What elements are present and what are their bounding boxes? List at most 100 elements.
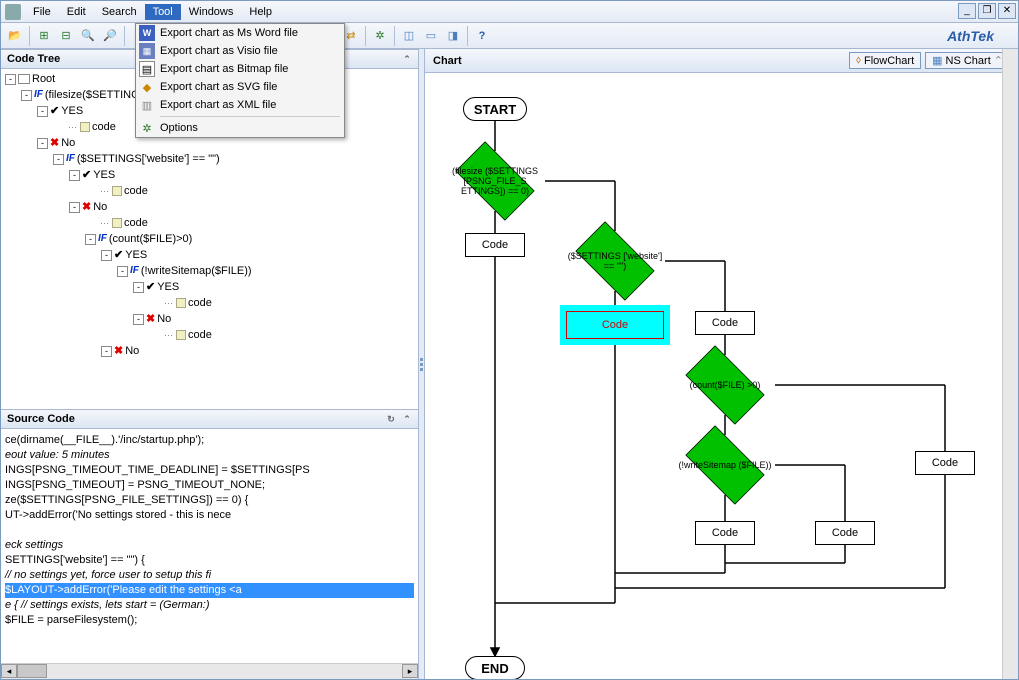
tree-expander[interactable]: - xyxy=(85,234,96,245)
tree-expander[interactable]: - xyxy=(21,90,32,101)
code-node[interactable]: Code xyxy=(915,451,975,475)
restore-button[interactable]: ❐ xyxy=(978,3,996,19)
tree-row[interactable]: ⋯code xyxy=(5,327,414,343)
decision-count[interactable]: (count($FILE) >0) xyxy=(675,355,775,415)
code-node[interactable]: Code xyxy=(695,521,755,545)
source-line[interactable] xyxy=(5,523,414,538)
flowchart: START (filesize ($SETTINGS [PSNG_FILE_S … xyxy=(425,73,1018,679)
source-line[interactable]: ce(dirname(__FILE__).'/inc/startup.php')… xyxy=(5,433,414,448)
source-line[interactable]: INGS[PSNG_TIMEOUT] = PSNG_TIMEOUT_NONE; xyxy=(5,478,414,493)
collapse-button[interactable]: ⊟ xyxy=(56,26,76,46)
options-item[interactable]: ✲Options xyxy=(136,119,344,137)
source-line[interactable]: INGS[PSNG_TIMEOUT_TIME_DEADLINE] = $SETT… xyxy=(5,463,414,478)
source-line[interactable]: // no settings yet, force user to setup … xyxy=(5,568,414,583)
root-icon xyxy=(18,74,30,84)
tree-row[interactable]: -✔YES xyxy=(5,167,414,183)
tree-row[interactable]: -IF(!writeSitemap($FILE)) xyxy=(5,263,414,279)
tree-row[interactable]: ⋯code xyxy=(5,183,414,199)
code-node[interactable]: Code xyxy=(815,521,875,545)
node-label: (count($FILE) >0) xyxy=(675,355,775,415)
code-icon xyxy=(80,122,90,132)
gear-icon: ✲ xyxy=(375,29,384,42)
help-button[interactable]: ? xyxy=(472,26,492,46)
source-line[interactable]: eout value: 5 minutes xyxy=(5,448,414,463)
menu-tool[interactable]: Tool xyxy=(145,4,181,20)
start-node[interactable]: START xyxy=(463,97,527,121)
source-line[interactable]: eck settings xyxy=(5,538,414,553)
tree-expander[interactable]: - xyxy=(37,106,48,117)
tab-nschart[interactable]: ▦NS Chart ⌃ xyxy=(925,52,1010,69)
export-visio[interactable]: ▦Export chart as Visio file xyxy=(136,42,344,60)
tree-row[interactable]: -IF(count($FILE)>0) xyxy=(5,231,414,247)
tab-flowchart[interactable]: ⬨FlowChart xyxy=(849,52,921,69)
tool-menu-dropdown: WExport chart as Ms Word file ▦Export ch… xyxy=(135,23,345,138)
tree-row[interactable]: ⋯code xyxy=(5,295,414,311)
export-word[interactable]: WExport chart as Ms Word file xyxy=(136,24,344,42)
minimize-button[interactable]: _ xyxy=(958,3,976,19)
tree-expander[interactable]: - xyxy=(133,314,144,325)
tree-expander[interactable]: - xyxy=(101,346,112,357)
tree-row[interactable]: -✖No xyxy=(5,199,414,215)
horizontal-scrollbar[interactable]: ◂ ▸ xyxy=(1,663,418,679)
help-icon: ? xyxy=(479,30,486,42)
vertical-scrollbar[interactable] xyxy=(1002,49,1018,679)
export-xml[interactable]: ▥Export chart as XML file xyxy=(136,96,344,114)
chart-canvas-area[interactable]: START (filesize ($SETTINGS [PSNG_FILE_S … xyxy=(425,73,1018,679)
code-node[interactable]: Code xyxy=(465,233,525,257)
menu-help[interactable]: Help xyxy=(241,4,280,20)
tree-row[interactable]: ⋯code xyxy=(5,215,414,231)
tree-label: code xyxy=(124,183,148,199)
collapse-panel-icon[interactable]: ⌃ xyxy=(400,52,414,66)
scroll-right-icon[interactable]: ▸ xyxy=(402,664,418,678)
export-bitmap[interactable]: ▤Export chart as Bitmap file xyxy=(136,60,344,78)
tree-expander[interactable]: - xyxy=(117,266,128,277)
settings-button[interactable]: ✲ xyxy=(370,26,390,46)
cross-icon: ✖ xyxy=(82,199,91,215)
open-button[interactable]: 📂 xyxy=(5,26,25,46)
collapse-panel-icon[interactable]: ⌃ xyxy=(400,412,414,426)
close-button[interactable]: ✕ xyxy=(998,3,1016,19)
view1-button[interactable]: ◫ xyxy=(399,26,419,46)
tree-row[interactable]: -✖No xyxy=(5,311,414,327)
menu-search[interactable]: Search xyxy=(94,4,145,20)
tree-expander[interactable]: - xyxy=(5,74,16,85)
zoom-out-button[interactable]: 🔎 xyxy=(100,26,120,46)
end-node[interactable]: END xyxy=(465,656,525,679)
code-icon xyxy=(176,330,186,340)
tree-row[interactable]: -✖No xyxy=(5,343,414,359)
decision-website[interactable]: ($SETTINGS ['website'] == "") xyxy=(565,231,665,291)
tree-label: YES xyxy=(125,247,147,263)
code-icon xyxy=(112,186,122,196)
source-line[interactable]: $LAYOUT->addError('Please edit the setti… xyxy=(5,583,414,598)
export-svg[interactable]: ◆Export chart as SVG file xyxy=(136,78,344,96)
tree-expander[interactable]: - xyxy=(101,250,112,261)
expand-button[interactable]: ⊞ xyxy=(34,26,54,46)
tree-expander[interactable]: - xyxy=(69,170,80,181)
source-line[interactable]: ze($SETTINGS[PSNG_FILE_SETTINGS]) == 0) … xyxy=(5,493,414,508)
decision-writesitemap[interactable]: (!writeSitemap ($FILE)) xyxy=(675,435,775,495)
menu-file[interactable]: File xyxy=(25,4,59,20)
source-line[interactable]: $FILE = parseFilesystem(); xyxy=(5,613,414,628)
menu-windows[interactable]: Windows xyxy=(181,4,242,20)
code-node[interactable]: Code xyxy=(695,311,755,335)
source-line[interactable]: SETTINGS['website'] == "") { xyxy=(5,553,414,568)
tree-expander[interactable]: - xyxy=(133,282,144,293)
source-line[interactable]: UT->addError('No settings stored - this … xyxy=(5,508,414,523)
decision-filesize[interactable]: (filesize ($SETTINGS [PSNG_FILE_S ETTING… xyxy=(445,151,545,211)
tree-row[interactable]: -✔YES xyxy=(5,247,414,263)
menu-edit[interactable]: Edit xyxy=(59,4,94,20)
tree-expander[interactable]: - xyxy=(37,138,48,149)
selected-code-node[interactable]: Code xyxy=(560,305,670,345)
source-line[interactable]: e { // settings exists, lets start = (Ge… xyxy=(5,598,414,613)
source-code-view[interactable]: ce(dirname(__FILE__).'/inc/startup.php')… xyxy=(1,429,418,663)
scroll-thumb[interactable] xyxy=(17,664,47,678)
view3-button[interactable]: ◨ xyxy=(443,26,463,46)
tree-expander[interactable]: - xyxy=(69,202,80,213)
refresh-icon[interactable]: ↻ xyxy=(384,412,398,426)
scroll-left-icon[interactable]: ◂ xyxy=(1,664,17,678)
view2-button[interactable]: ▭ xyxy=(421,26,441,46)
tree-row[interactable]: -✔YES xyxy=(5,279,414,295)
tree-expander[interactable]: - xyxy=(53,154,64,165)
tree-row[interactable]: -IF($SETTINGS['website'] == "") xyxy=(5,151,414,167)
zoom-in-button[interactable]: 🔍 xyxy=(78,26,98,46)
